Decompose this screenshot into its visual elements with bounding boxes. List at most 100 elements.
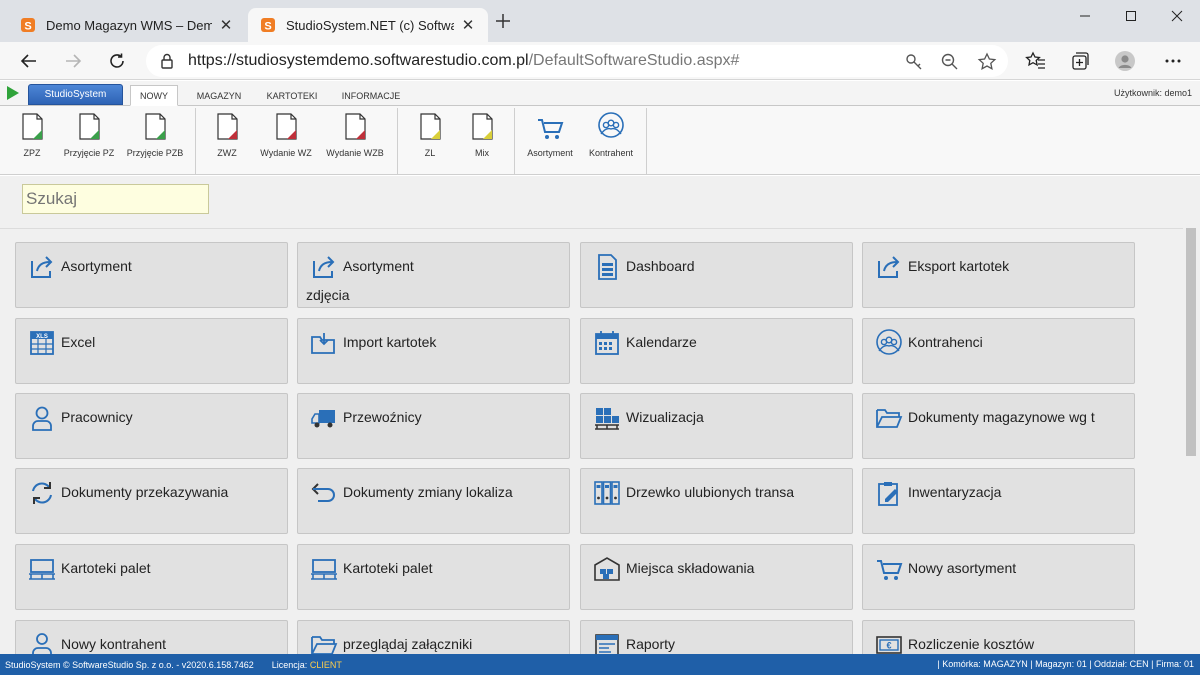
tile-dokumenty-magazynowe[interactable]: Dokumenty magazynowe wg t — [862, 393, 1135, 459]
import-folder-icon — [311, 333, 335, 354]
share-arrow-icon — [313, 256, 335, 278]
browser-toolbar: https://studiosystemdemo.softwarestudio.… — [0, 42, 1200, 80]
tile-nowy-asortyment[interactable]: Nowy asortyment — [862, 544, 1135, 610]
tile-miejsca-skladowania[interactable]: Miejsca składowania — [580, 544, 853, 610]
share-arrow-icon — [878, 256, 900, 278]
ribbon-wydanie-wz-button[interactable]: Wydanie WZ — [254, 112, 318, 168]
document-green-icon — [22, 113, 43, 140]
more-icon[interactable] — [1162, 50, 1184, 72]
folder-open-icon — [876, 409, 903, 428]
browser-tab-strip: S Demo Magazyn WMS – Demo or ✕ S StudioS… — [0, 0, 1200, 42]
divider — [0, 228, 1200, 229]
close-tab-icon[interactable]: ✕ — [218, 16, 234, 34]
document-yellow-icon — [420, 113, 441, 140]
tile-wizualizacja[interactable]: Wizualizacja — [580, 393, 853, 459]
back-icon[interactable] — [17, 49, 41, 73]
person-add-icon — [32, 633, 52, 654]
play-icon[interactable] — [6, 85, 20, 101]
document-red-icon — [345, 113, 366, 140]
folder-open-icon — [311, 636, 338, 654]
license-info: Licencja: CLIENT — [271, 659, 342, 670]
tile-kartoteki-palet-2[interactable]: Kartoteki palet — [297, 544, 570, 610]
close-tab-icon[interactable]: ✕ — [460, 16, 476, 34]
tile-kalendarze[interactable]: Kalendarze — [580, 318, 853, 384]
svg-text:S: S — [24, 21, 31, 33]
ribbon-asortyment-button[interactable]: Asortyment — [518, 112, 582, 168]
browser-tab-title: Demo Magazyn WMS – Demo or — [46, 17, 212, 33]
pallet-icon — [311, 559, 337, 580]
maximize-window-icon[interactable] — [1108, 0, 1154, 32]
key-icon[interactable] — [904, 52, 924, 72]
tab-informacje[interactable]: INFORMACJE — [334, 85, 408, 106]
tile-eksport-kartotek[interactable]: Eksport kartotek — [862, 242, 1135, 308]
tile-rozliczenie-kosztow[interactable]: € Rozliczenie kosztów — [862, 620, 1135, 654]
ribbon-przyjecie-pz-button[interactable]: Przyjęcie PZ — [57, 112, 121, 168]
profile-icon[interactable] — [1114, 50, 1136, 72]
tile-excel[interactable]: XLS Excel — [15, 318, 288, 384]
share-arrow-icon — [31, 256, 53, 278]
tile-dokumenty-przekazywania[interactable]: Dokumenty przekazywania — [15, 468, 288, 534]
person-icon — [32, 406, 52, 431]
tab-nowy[interactable]: NOWY — [130, 85, 178, 106]
pallet-boxes-icon — [595, 408, 619, 430]
tile-drzewko-ulubionych[interactable]: Drzewko ulubionych transa — [580, 468, 853, 534]
tile-przegladaj-zalaczniki[interactable]: przeglądaj załączniki — [297, 620, 570, 654]
ribbon-zwz-button[interactable]: ZWZ — [195, 112, 259, 168]
tile-nowy-kontrahent[interactable]: Nowy kontrahent — [15, 620, 288, 654]
address-bar[interactable]: https://studiosystemdemo.softwarestudio.… — [146, 45, 1008, 77]
search-input[interactable] — [22, 184, 209, 214]
studiosystem-button[interactable]: StudioSystem — [28, 84, 123, 105]
lock-icon[interactable] — [158, 52, 176, 70]
app-menu-bar: StudioSystem NOWY MAGAZYN KARTOTEKI INFO… — [0, 81, 1200, 106]
sync-icon — [32, 482, 52, 504]
tile-dokumenty-zmiany-lokalizacji[interactable]: Dokumenty zmiany lokaliza — [297, 468, 570, 534]
report-icon — [595, 634, 619, 654]
truck-icon — [311, 410, 335, 428]
ribbon-kontrahent-button[interactable]: Kontrahent — [579, 112, 643, 168]
ribbon-zpz-button[interactable]: ZPZ — [0, 112, 64, 168]
ribbon-wydanie-wzb-button[interactable]: Wydanie WZB — [323, 112, 387, 168]
cart-icon — [877, 560, 903, 580]
tile-przewoznicy[interactable]: Przewoźnicy — [297, 393, 570, 459]
forward-icon[interactable] — [61, 49, 85, 73]
close-window-icon[interactable] — [1154, 0, 1200, 32]
refresh-icon[interactable] — [105, 49, 129, 73]
people-icon — [876, 329, 902, 355]
tab-kartoteki[interactable]: KARTOTEKI — [258, 85, 326, 106]
document-red-icon — [217, 113, 238, 140]
tile-import-kartotek[interactable]: Import kartotek — [297, 318, 570, 384]
ribbon-przyjecie-pzb-button[interactable]: Przyjęcie PZB — [123, 112, 187, 168]
tile-asortyment-zdjecia[interactable]: Asortyment zdjęcia — [297, 242, 570, 308]
tile-raporty[interactable]: Raporty — [580, 620, 853, 654]
dashboard-icon — [598, 254, 617, 280]
studiosystem-favicon-icon: S — [261, 18, 275, 33]
new-tab-icon[interactable] — [494, 12, 512, 30]
tab-magazyn[interactable]: MAGAZYN — [186, 85, 252, 106]
favorites-icon[interactable] — [1025, 50, 1047, 72]
scrollbar-thumb[interactable] — [1186, 228, 1196, 456]
tile-asortyment[interactable]: Asortyment — [15, 242, 288, 308]
browser-tab-0[interactable]: S Demo Magazyn WMS – Demo or ✕ — [8, 8, 246, 42]
browser-tab-title: StudioSystem.NET (c) SoftwareSt — [286, 17, 454, 33]
cart-icon — [538, 119, 564, 139]
warehouse-icon — [594, 557, 620, 581]
vertical-scrollbar[interactable] — [1183, 228, 1200, 654]
tile-kontrahenci[interactable]: Kontrahenci — [862, 318, 1135, 384]
tile-inwentaryzacja[interactable]: Inwentaryzacja — [862, 468, 1135, 534]
star-icon[interactable] — [977, 52, 997, 72]
svg-text:S: S — [264, 21, 271, 33]
calendar-icon — [595, 331, 619, 355]
money-icon: € — [876, 636, 902, 654]
tile-kartoteki-palet[interactable]: Kartoteki palet — [15, 544, 288, 610]
collections-icon[interactable] — [1069, 50, 1091, 72]
status-bar: StudioSystem © SoftwareStudio Sp. z o.o.… — [0, 654, 1200, 675]
minimize-window-icon[interactable] — [1062, 0, 1108, 32]
tile-pracownicy[interactable]: Pracownicy — [15, 393, 288, 459]
tile-dashboard[interactable]: Dashboard — [580, 242, 853, 308]
zoom-out-icon[interactable] — [940, 52, 960, 72]
binders-icon — [594, 481, 620, 505]
return-arrow-icon — [311, 483, 335, 502]
ribbon-mix-button[interactable]: Mix — [450, 112, 514, 168]
excel-icon: XLS — [30, 331, 54, 355]
browser-tab-1[interactable]: S StudioSystem.NET (c) SoftwareSt ✕ — [248, 8, 488, 42]
